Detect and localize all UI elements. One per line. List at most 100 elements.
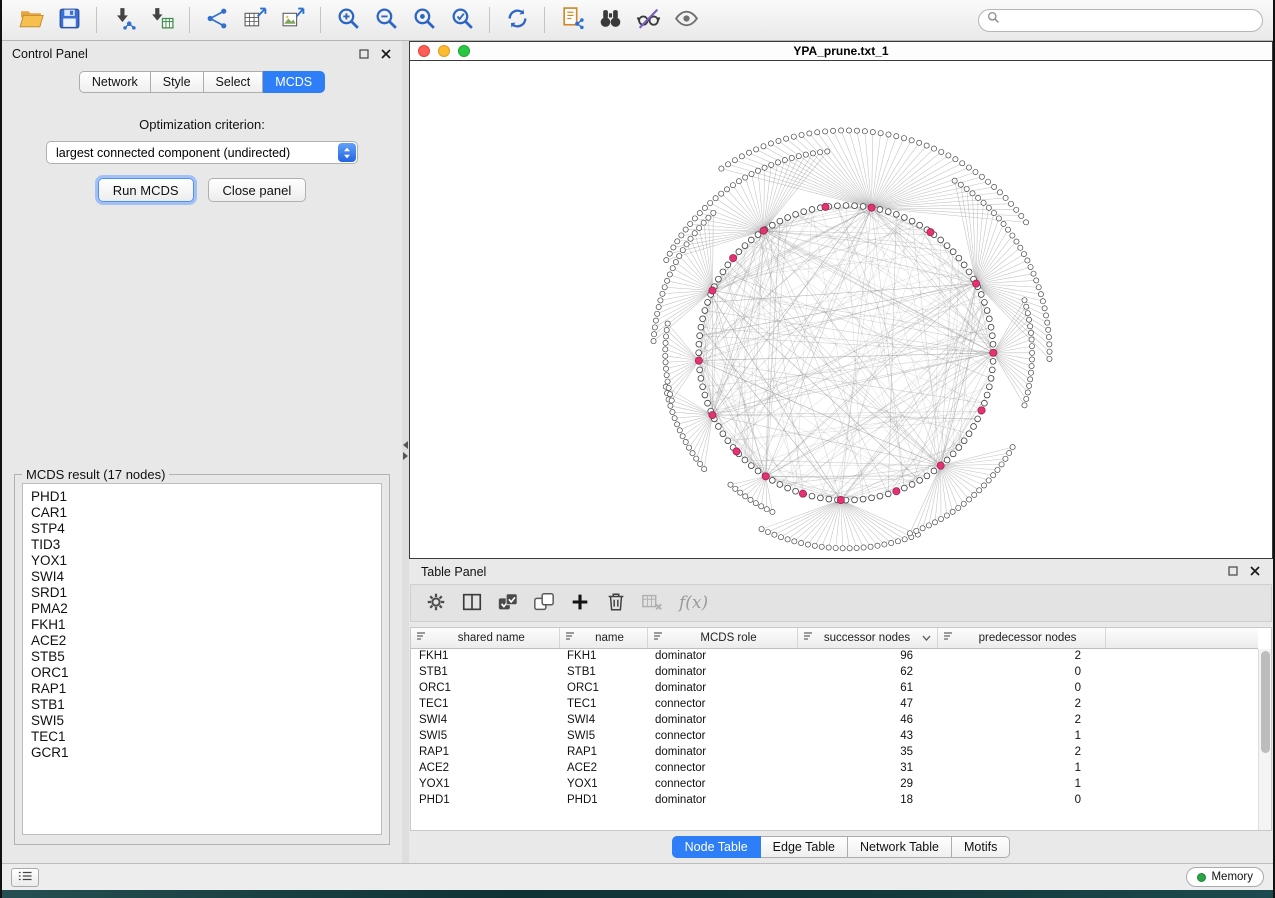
toolbar-separator	[544, 7, 545, 33]
find-button[interactable]	[593, 4, 627, 36]
function-builder-icon[interactable]: f(x)	[679, 593, 708, 613]
import-table-button[interactable]	[145, 4, 179, 36]
table-row[interactable]: ORC1ORC1dominator610	[411, 680, 1258, 696]
column-header-predecessor-nodes[interactable]: predecessor nodes	[937, 628, 1105, 648]
tab-style[interactable]: Style	[151, 71, 204, 93]
window-zoom-button[interactable]	[458, 45, 470, 57]
window-close-button[interactable]	[418, 45, 430, 57]
tab-mcds[interactable]: MCDS	[263, 71, 325, 93]
table-row[interactable]: ACE2ACE2connector311	[411, 760, 1258, 776]
clear-table-button[interactable]	[637, 588, 667, 618]
tab-edge-table[interactable]: Edge Table	[761, 836, 848, 858]
cell-successor-nodes: 46	[797, 712, 937, 728]
save-session-button[interactable]	[52, 4, 86, 36]
table-row[interactable]: PHD1PHD1dominator180	[411, 792, 1258, 808]
mcds-result-item[interactable]: SRD1	[31, 585, 373, 601]
cell-shared-name: SWI5	[411, 728, 559, 744]
table-row[interactable]: FKH1FKH1dominator962	[411, 648, 1258, 664]
scrollbar-thumb[interactable]	[1261, 651, 1270, 753]
mcds-result-item[interactable]: GCR1	[31, 745, 373, 761]
collapse-right-icon[interactable]	[403, 452, 408, 460]
table-row[interactable]: SWI4SWI4dominator462	[411, 712, 1258, 728]
mcds-result-item[interactable]: RAP1	[31, 681, 373, 697]
window-minimize-button[interactable]	[438, 45, 450, 57]
mcds-result-item[interactable]: TEC1	[31, 729, 373, 745]
open-file-icon	[19, 6, 44, 34]
cell-predecessor-nodes: 1	[937, 728, 1105, 744]
export-image-button[interactable]	[276, 4, 310, 36]
close-panel-button[interactable]: Close panel	[208, 178, 307, 202]
cell-name: TEC1	[559, 696, 647, 712]
table-row[interactable]: TEC1TEC1connector472	[411, 696, 1258, 712]
open-file-button[interactable]	[14, 4, 48, 36]
import-network-icon	[112, 6, 137, 34]
column-header-name[interactable]: name	[559, 628, 647, 648]
zoom-fit-button[interactable]	[407, 4, 441, 36]
table-row[interactable]: SWI5SWI5connector431	[411, 728, 1258, 744]
control-panel-float-button[interactable]	[357, 48, 370, 61]
mcds-result-item[interactable]: CAR1	[31, 505, 373, 521]
tab-node-table[interactable]: Node Table	[672, 836, 761, 858]
mcds-result-item[interactable]: STB1	[31, 697, 373, 713]
deselect-all-button[interactable]	[529, 588, 559, 618]
tab-motifs[interactable]: Motifs	[952, 836, 1010, 858]
collapse-left-icon[interactable]	[403, 441, 408, 449]
import-network-button[interactable]	[107, 4, 141, 36]
mcds-result-item[interactable]: PHD1	[31, 489, 373, 505]
column-header-mcds-role[interactable]: MCDS role	[647, 628, 797, 648]
optimization-criterion-select[interactable]: largest connected component (undirected)	[46, 141, 358, 164]
mcds-result-item[interactable]: PMA2	[31, 601, 373, 617]
table-row[interactable]: YOX1YOX1connector291	[411, 776, 1258, 792]
mcds-result-item[interactable]: ORC1	[31, 665, 373, 681]
zoom-selected-button[interactable]	[445, 4, 479, 36]
mcds-result-item[interactable]: STB5	[31, 649, 373, 665]
cell-shared-name: SWI4	[411, 712, 559, 728]
refresh-layout-button[interactable]	[500, 4, 534, 36]
status-list-button[interactable]	[11, 868, 39, 887]
table-row[interactable]: RAP1RAP1dominator352	[411, 744, 1258, 760]
node-table-body: FKH1FKH1dominator962STB1STB1dominator620…	[411, 648, 1258, 808]
run-mcds-button[interactable]: Run MCDS	[98, 178, 194, 202]
mcds-result-item[interactable]: STP4	[31, 521, 373, 537]
control-panel-close-button[interactable]	[379, 48, 392, 61]
cell-shared-name: TEC1	[411, 696, 559, 712]
filter-hide-button[interactable]	[631, 4, 665, 36]
show-columns-button[interactable]	[457, 588, 487, 618]
table-scrollbar[interactable]	[1258, 649, 1271, 830]
select-all-button[interactable]	[493, 588, 523, 618]
mcds-result-list[interactable]: PHD1CAR1STP4TID3YOX1SWI4SRD1PMA2FKH1ACE2…	[22, 483, 382, 835]
tab-network-table[interactable]: Network Table	[848, 836, 952, 858]
add-row-button[interactable]	[565, 588, 595, 618]
mcds-result-item[interactable]: TID3	[31, 537, 373, 553]
column-header-shared-name[interactable]: shared name	[411, 628, 559, 648]
mcds-result-item[interactable]: SWI4	[31, 569, 373, 585]
mcds-result-item[interactable]: YOX1	[31, 553, 373, 569]
table-panel-close-button[interactable]	[1248, 565, 1261, 578]
export-network-button[interactable]	[200, 4, 234, 36]
column-header-successor-nodes[interactable]: successor nodes	[797, 628, 937, 648]
search-box[interactable]	[978, 9, 1263, 32]
show-graphics-button[interactable]	[669, 4, 703, 36]
mcds-result-item[interactable]: SWI5	[31, 713, 373, 729]
table-settings-button[interactable]	[421, 588, 451, 618]
copy-document-button[interactable]	[555, 4, 589, 36]
network-window-title: YPA_prune.txt_1	[793, 44, 888, 58]
table-panel-float-button[interactable]	[1226, 565, 1239, 578]
export-table-button[interactable]	[238, 4, 272, 36]
cell-name: FKH1	[559, 648, 647, 664]
mcds-result-item[interactable]: FKH1	[31, 617, 373, 633]
search-input[interactable]	[1005, 13, 1254, 27]
panel-splitter[interactable]	[402, 41, 409, 863]
zoom-in-button[interactable]	[331, 4, 365, 36]
network-view-canvas[interactable]	[410, 61, 1272, 558]
tab-select[interactable]: Select	[204, 71, 264, 93]
memory-button[interactable]: Memory	[1186, 867, 1264, 887]
toolbar-separator	[189, 7, 190, 33]
tab-network[interactable]: Network	[79, 71, 151, 93]
table-row[interactable]: STB1STB1dominator620	[411, 664, 1258, 680]
mcds-result-item[interactable]: ACE2	[31, 633, 373, 649]
cell-successor-nodes: 96	[797, 648, 937, 664]
zoom-out-button[interactable]	[369, 4, 403, 36]
float-window-icon	[359, 47, 369, 62]
delete-row-button[interactable]	[601, 588, 631, 618]
